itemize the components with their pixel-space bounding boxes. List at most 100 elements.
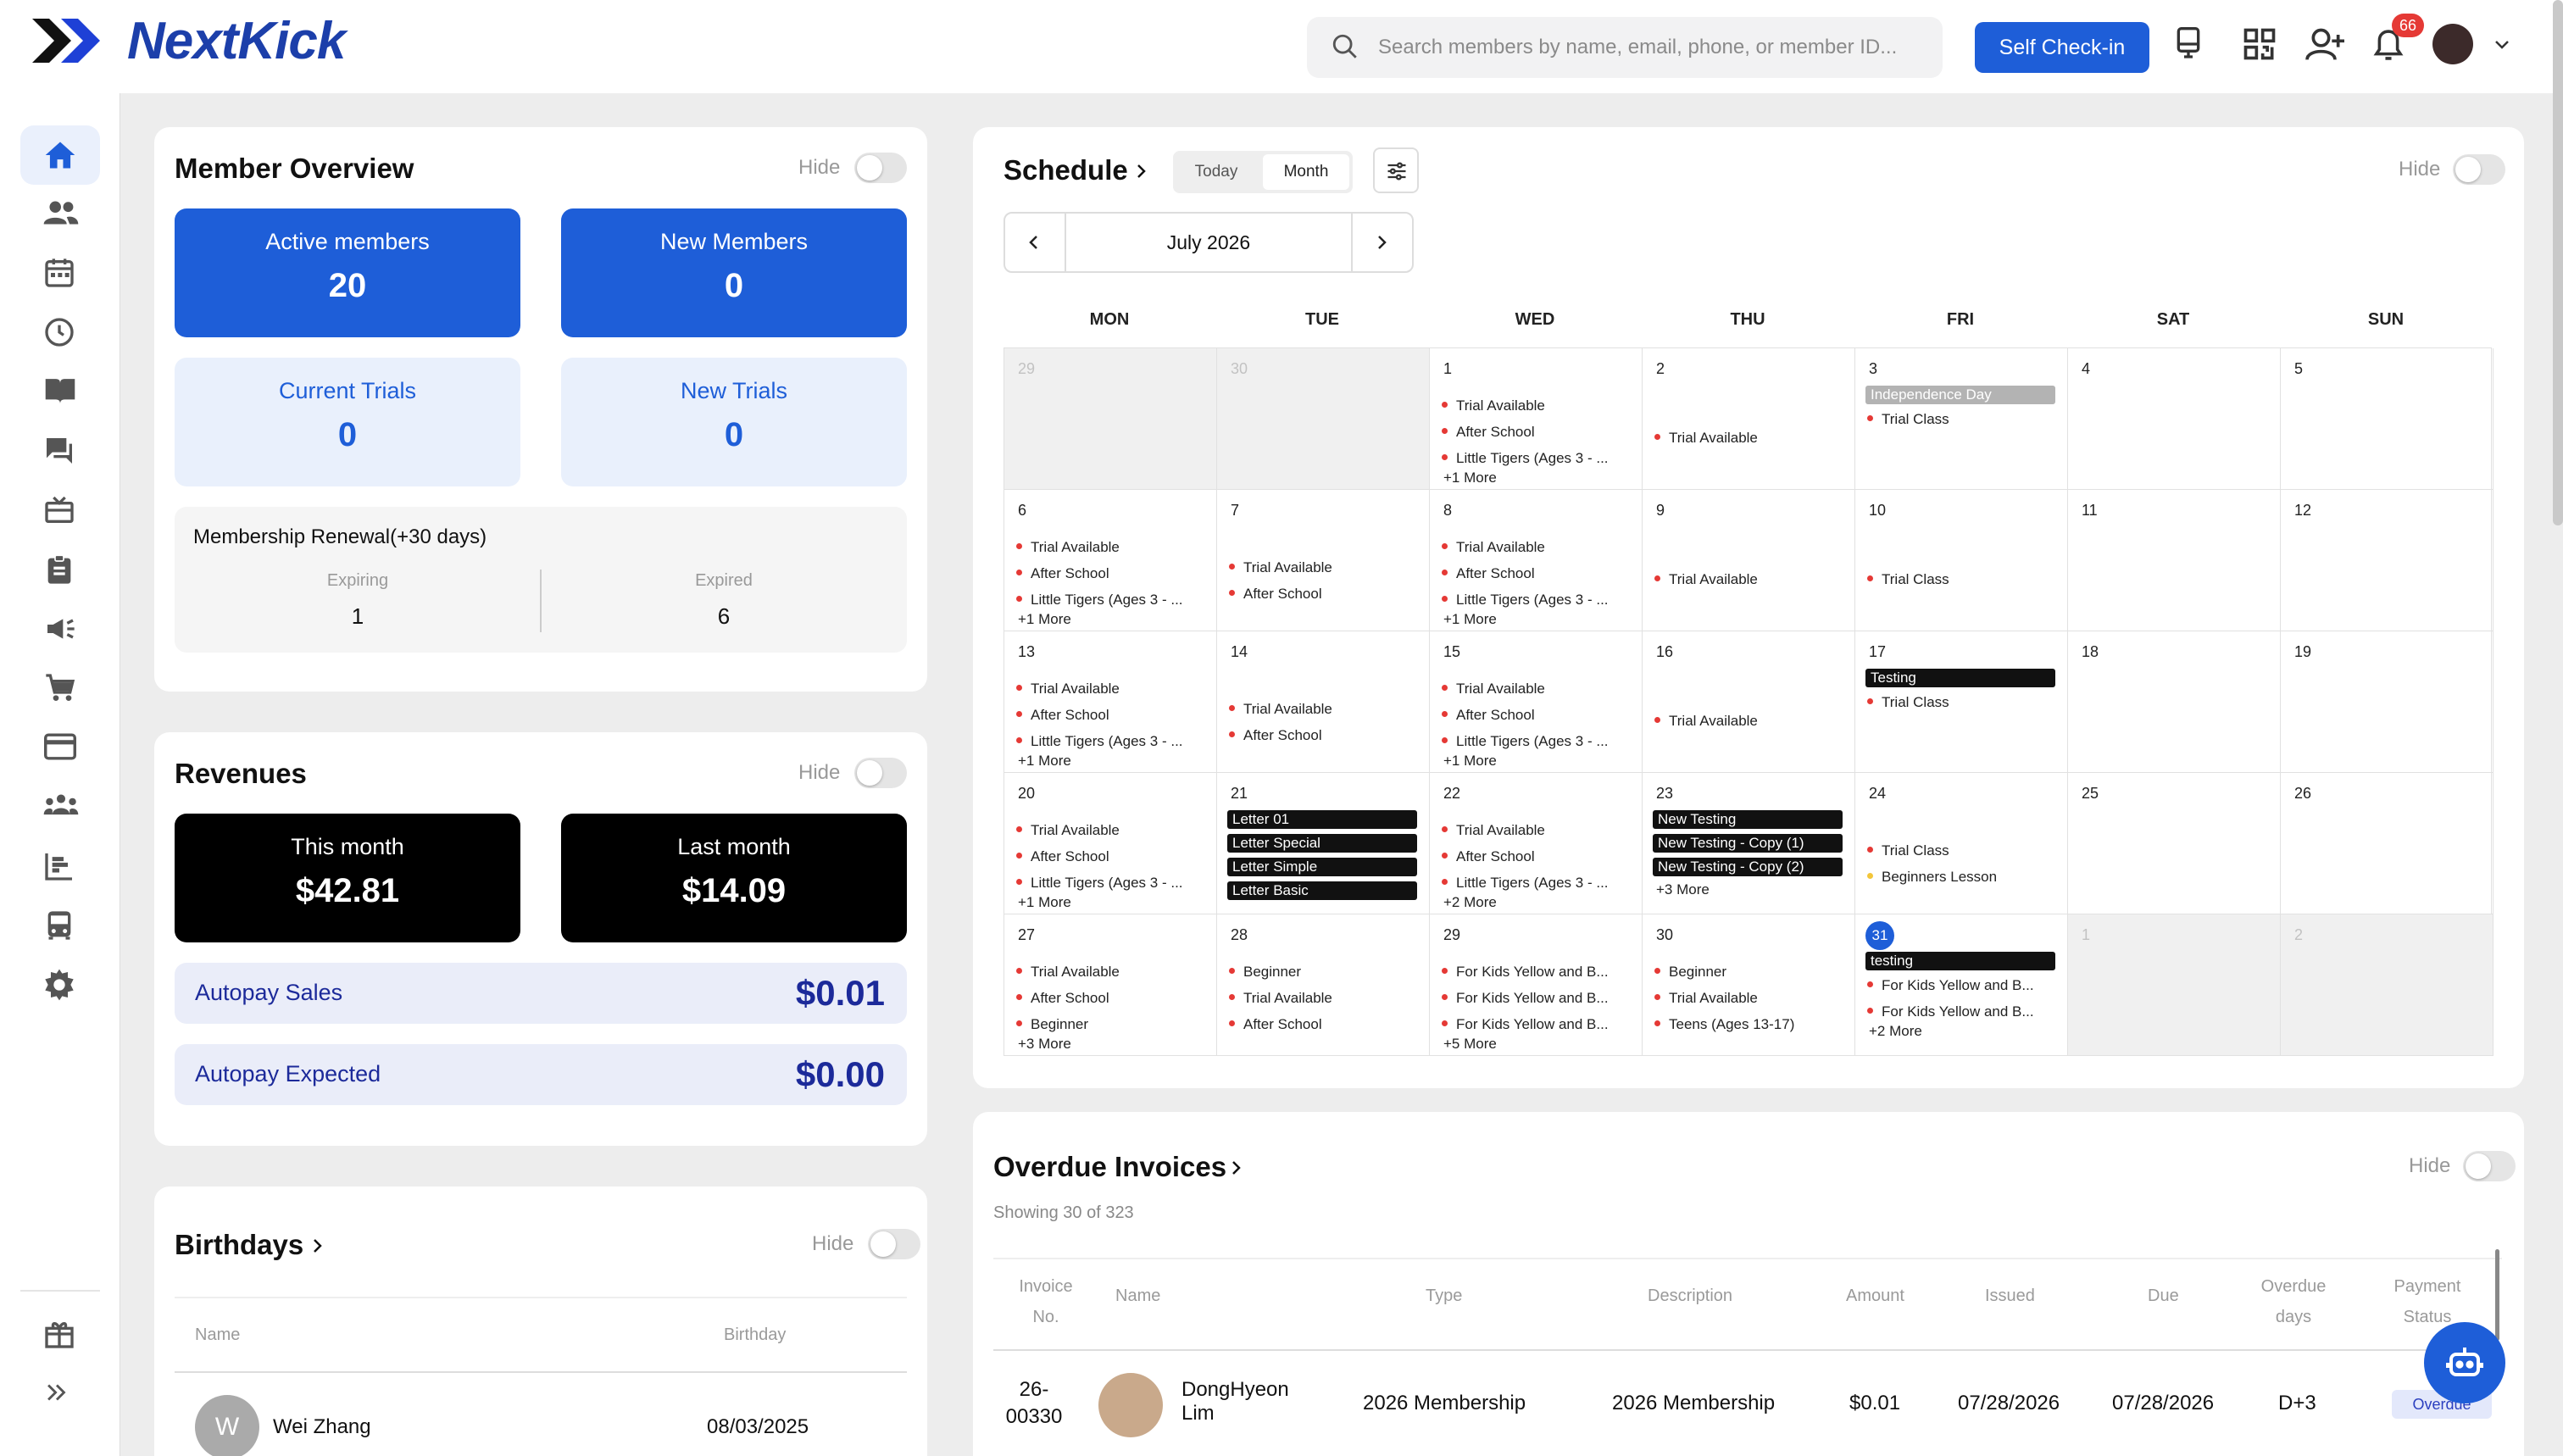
expired-value[interactable]: 6 bbox=[541, 603, 907, 630]
more-events-link[interactable]: +1 More bbox=[1443, 470, 1497, 486]
calendar-event[interactable]: Trial Class bbox=[1867, 694, 1949, 711]
prev-month-button[interactable] bbox=[1005, 214, 1066, 271]
self-checkin-button[interactable]: Self Check-in bbox=[1975, 22, 2149, 73]
calendar-day-cell[interactable]: 17 Testing Trial Class bbox=[1855, 631, 2068, 773]
calendar-event[interactable]: Trial Class bbox=[1867, 571, 1949, 588]
calendar-day-cell[interactable]: 16 Trial Available bbox=[1643, 631, 1855, 773]
search-bar[interactable]: Search members by name, email, phone, or… bbox=[1307, 17, 1943, 78]
qr-code-icon[interactable] bbox=[2241, 25, 2283, 68]
member-name[interactable]: DongHyeon Lim bbox=[1181, 1378, 1289, 1425]
calendar-day-cell[interactable]: 2 Trial Available bbox=[1643, 348, 1855, 490]
calendar-event[interactable]: Trial Available bbox=[1654, 430, 1758, 447]
calendar-day-cell[interactable]: 6 Trial Available After School Little Tiger… bbox=[1004, 490, 1217, 631]
calendar-event[interactable]: After School bbox=[1442, 848, 1535, 865]
calendar-event[interactable]: Trial Available bbox=[1016, 539, 1120, 556]
calendar-event[interactable]: After School bbox=[1016, 707, 1109, 724]
last-month-revenue[interactable]: Last month $14.09 bbox=[561, 814, 907, 942]
nav-rewards[interactable] bbox=[20, 1303, 100, 1363]
calendar-event[interactable]: After School bbox=[1016, 990, 1109, 1007]
more-events-link[interactable]: +3 More bbox=[1656, 881, 1710, 898]
calendar-event[interactable]: Beginners Lesson bbox=[1867, 869, 1997, 886]
calendar-event[interactable]: Trial Available bbox=[1654, 713, 1758, 730]
current-trials-stat[interactable]: Current Trials 0 bbox=[175, 358, 520, 486]
calendar-event-tag[interactable]: Letter Simple bbox=[1227, 858, 1417, 876]
calendar-day-cell[interactable]: 14 Trial Available After School bbox=[1217, 631, 1430, 773]
calendar-day-cell[interactable]: 8 Trial Available After School Little Tiger… bbox=[1430, 490, 1643, 631]
hide-toggle[interactable] bbox=[868, 1229, 920, 1259]
calendar-event-tag[interactable]: New Testing - Copy (2) bbox=[1653, 858, 1843, 876]
new-members-stat[interactable]: New Members 0 bbox=[561, 208, 907, 337]
calendar-event[interactable]: Little Tigers (Ages 3 - ... bbox=[1442, 592, 1609, 609]
calendar-event[interactable]: After School bbox=[1229, 586, 1322, 603]
calendar-event[interactable]: Trial Available bbox=[1016, 964, 1120, 981]
hide-toggle[interactable] bbox=[854, 153, 907, 183]
calendar-event-tag[interactable]: Independence Day bbox=[1865, 386, 2055, 404]
table-row[interactable]: 26- 00330 DongHyeon Lim 2026 Membership 20… bbox=[993, 1351, 2502, 1456]
calendar-event[interactable]: After School bbox=[1016, 848, 1109, 865]
calendar-day-cell[interactable]: 31 testing For Kids Yellow and B... For Kid… bbox=[1855, 914, 2068, 1056]
calendar-day-cell[interactable]: 30 Beginner Trial Available Teens (Ages 13-… bbox=[1643, 914, 1855, 1056]
more-events-link[interactable]: +1 More bbox=[1018, 753, 1071, 770]
new-trials-stat[interactable]: New Trials 0 bbox=[561, 358, 907, 486]
nav-events[interactable] bbox=[20, 480, 100, 539]
calendar-event[interactable]: For Kids Yellow and B... bbox=[1442, 990, 1609, 1007]
calendar-event[interactable]: Trial Available bbox=[1229, 701, 1332, 718]
calendar-day-cell[interactable]: 3 Independence Day Trial Class bbox=[1855, 348, 2068, 490]
more-events-link[interactable]: +1 More bbox=[1018, 611, 1071, 628]
calendar-event[interactable]: Trial Available bbox=[1229, 559, 1332, 576]
more-events-link[interactable]: +1 More bbox=[1443, 611, 1497, 628]
hide-toggle[interactable] bbox=[854, 758, 907, 788]
invoice-number[interactable]: 26- 00330 bbox=[997, 1376, 1071, 1431]
nav-reports[interactable] bbox=[20, 836, 100, 895]
calendar-day-cell[interactable]: 26 bbox=[2281, 773, 2494, 914]
calendar-event[interactable]: Beginner bbox=[1016, 1016, 1088, 1033]
chevron-right-icon[interactable] bbox=[1131, 159, 1151, 183]
nav-expand[interactable] bbox=[20, 1364, 100, 1424]
calendar-day-cell[interactable]: 12 bbox=[2281, 490, 2494, 631]
calendar-day-cell[interactable]: 1 Trial Available After School Little Tiger… bbox=[1430, 348, 1643, 490]
month-button[interactable]: Month bbox=[1263, 154, 1349, 190]
calendar-day-cell[interactable]: 29 For Kids Yellow and B... For Kids Yello… bbox=[1430, 914, 1643, 1056]
nav-settings[interactable] bbox=[20, 954, 100, 1014]
nav-marketing[interactable] bbox=[20, 598, 100, 658]
chevron-right-icon[interactable] bbox=[307, 1234, 327, 1258]
calendar-event[interactable]: Beginner bbox=[1654, 964, 1726, 981]
calendar-day-cell[interactable]: 2 bbox=[2281, 914, 2494, 1056]
logo-icon[interactable] bbox=[31, 17, 115, 64]
calendar-day-cell[interactable]: 24 Trial Class Beginners Lesson bbox=[1855, 773, 2068, 914]
calendar-day-cell[interactable]: 11 bbox=[2068, 490, 2281, 631]
calendar-event-tag[interactable]: testing bbox=[1865, 952, 2055, 970]
calendar-event[interactable]: Trial Available bbox=[1016, 822, 1120, 839]
more-events-link[interactable]: +5 More bbox=[1443, 1036, 1497, 1053]
more-events-link[interactable]: +2 More bbox=[1443, 894, 1497, 911]
calendar-day-cell[interactable]: 4 bbox=[2068, 348, 2281, 490]
calendar-day-cell[interactable]: 27 Trial Available After School Beginner +3 … bbox=[1004, 914, 1217, 1056]
more-events-link[interactable]: +1 More bbox=[1018, 894, 1071, 911]
more-events-link[interactable]: +3 More bbox=[1018, 1036, 1071, 1053]
user-avatar[interactable] bbox=[2432, 24, 2473, 64]
calendar-event[interactable]: Little Tigers (Ages 3 - ... bbox=[1442, 733, 1609, 750]
calendar-event[interactable]: After School bbox=[1442, 707, 1535, 724]
more-events-link[interactable]: +1 More bbox=[1443, 753, 1497, 770]
hide-toggle[interactable] bbox=[2453, 154, 2505, 185]
calendar-event[interactable]: For Kids Yellow and B... bbox=[1442, 964, 1609, 981]
calendar-event[interactable]: After School bbox=[1442, 424, 1535, 441]
nav-members[interactable] bbox=[20, 183, 100, 242]
nav-staff[interactable] bbox=[20, 776, 100, 836]
calendar-day-cell[interactable]: 23 New Testing New Testing - Copy (1) New T… bbox=[1643, 773, 1855, 914]
calendar-event[interactable]: Trial Available bbox=[1442, 397, 1545, 414]
calendar-day-cell[interactable]: 15 Trial Available After School Little Tige… bbox=[1430, 631, 1643, 773]
filter-button[interactable] bbox=[1373, 147, 1419, 193]
calendar-event[interactable]: After School bbox=[1229, 1016, 1322, 1033]
calendar-event[interactable]: Little Tigers (Ages 3 - ... bbox=[1442, 875, 1609, 892]
calendar-event[interactable]: Trial Available bbox=[1442, 681, 1545, 697]
calendar-event-tag[interactable]: New Testing - Copy (1) bbox=[1653, 834, 1843, 853]
autopay-sales-row[interactable]: Autopay Sales $0.01 bbox=[175, 963, 907, 1024]
calendar-day-cell[interactable]: 22 Trial Available After School Little Tige… bbox=[1430, 773, 1643, 914]
calendar-day-cell[interactable]: 7 Trial Available After School bbox=[1217, 490, 1430, 631]
calendar-event[interactable]: Little Tigers (Ages 3 - ... bbox=[1016, 733, 1183, 750]
calendar-event[interactable]: Trial Available bbox=[1654, 990, 1758, 1007]
calendar-event[interactable]: For Kids Yellow and B... bbox=[1867, 1003, 2034, 1020]
calendar-event[interactable]: Trial Class bbox=[1867, 842, 1949, 859]
calendar-day-cell[interactable]: 25 bbox=[2068, 773, 2281, 914]
